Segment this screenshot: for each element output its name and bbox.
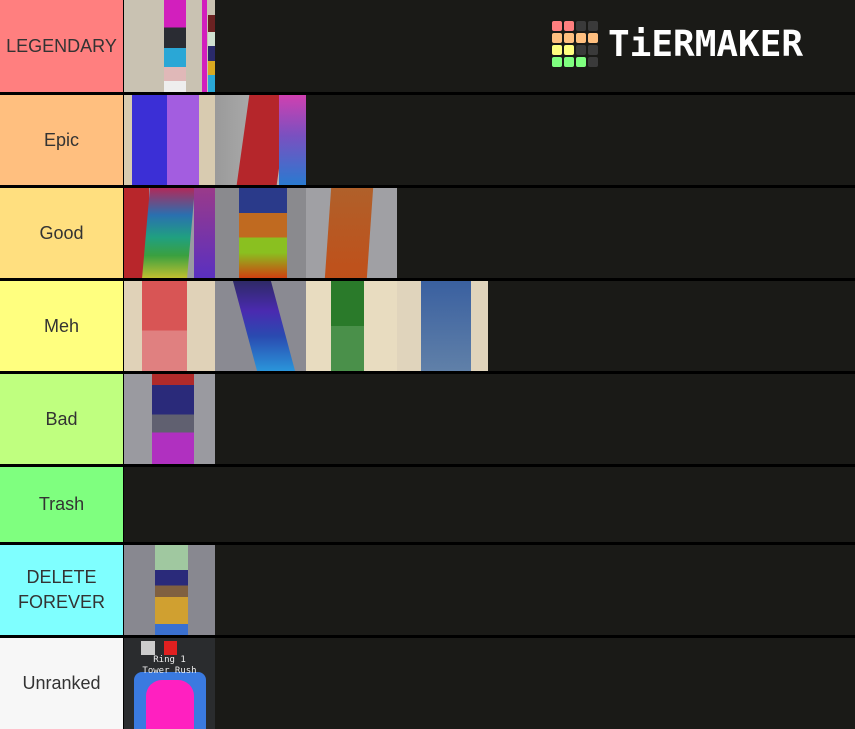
tier-item[interactable] [124, 374, 215, 464]
logo-grid-cell [552, 33, 562, 43]
tier-items-trash[interactable] [124, 467, 855, 542]
tier-item[interactable] [124, 0, 215, 92]
logo-grid-cell [564, 33, 574, 43]
logo-grid-cell [576, 33, 586, 43]
tier-items-bad[interactable] [124, 374, 855, 464]
tier-item[interactable] [215, 188, 306, 278]
tier-row-meh: Meh [0, 281, 855, 371]
tier-label-good[interactable]: Good [0, 188, 124, 278]
tier-items-good[interactable] [124, 188, 855, 278]
logo-grid-cell [564, 57, 574, 67]
logo-grid-cell [588, 45, 598, 55]
logo-grid-cell [588, 33, 598, 43]
tier-items-delete-forever[interactable] [124, 545, 855, 635]
logo-grid-cell [588, 57, 598, 67]
logo-grid-cell [564, 21, 574, 31]
logo-grid-cell [564, 45, 574, 55]
tier-label-unranked[interactable]: Unranked [0, 638, 124, 729]
tier-row-epic: Epic [0, 95, 855, 185]
tier-items-epic[interactable] [124, 95, 855, 185]
logo-grid-cell [588, 21, 598, 31]
item-caption-line2: Tower Rush [142, 666, 197, 676]
tier-item[interactable] [306, 281, 397, 371]
tier-item[interactable] [215, 95, 306, 185]
tiermaker-logo[interactable]: TiERMAKER [552, 21, 803, 67]
tier-label-epic[interactable]: Epic [0, 95, 124, 185]
tier-label-meh[interactable]: Meh [0, 281, 124, 371]
tier-item[interactable] [124, 545, 215, 635]
logo-grid-cell [576, 21, 586, 31]
tier-label-bad[interactable]: Bad [0, 374, 124, 464]
logo-wordmark: TiERMAKER [608, 23, 804, 65]
item-caption-line1: Ring 1 [153, 655, 186, 665]
tier-item[interactable] [124, 281, 215, 371]
tier-row-unranked: Unranked Ring 1 Tower Rush [0, 638, 855, 729]
logo-grid-cell [576, 45, 586, 55]
logo-grid-icon [552, 21, 598, 67]
tier-item[interactable] [306, 188, 397, 278]
tier-row-good: Good [0, 188, 855, 278]
tier-items-meh[interactable] [124, 281, 855, 371]
tier-item[interactable] [215, 281, 306, 371]
tier-row-bad: Bad [0, 374, 855, 464]
tier-item[interactable]: Ring 1 Tower Rush [124, 638, 215, 729]
logo-grid-cell [552, 21, 562, 31]
logo-grid-cell [552, 57, 562, 67]
logo-grid-cell [576, 57, 586, 67]
tier-item[interactable] [124, 188, 215, 278]
tier-label-delete-forever[interactable]: DELETE FOREVER [0, 545, 124, 635]
tier-label-legendary[interactable]: LEGENDARY [0, 0, 124, 92]
tier-label-trash[interactable]: Trash [0, 467, 124, 542]
tier-items-unranked[interactable]: Ring 1 Tower Rush [124, 638, 855, 729]
logo-grid-cell [552, 45, 562, 55]
tier-item[interactable] [124, 95, 215, 185]
tier-row-delete-forever: DELETE FOREVER [0, 545, 855, 635]
tier-row-trash: Trash [0, 467, 855, 542]
tier-item[interactable] [397, 281, 488, 371]
